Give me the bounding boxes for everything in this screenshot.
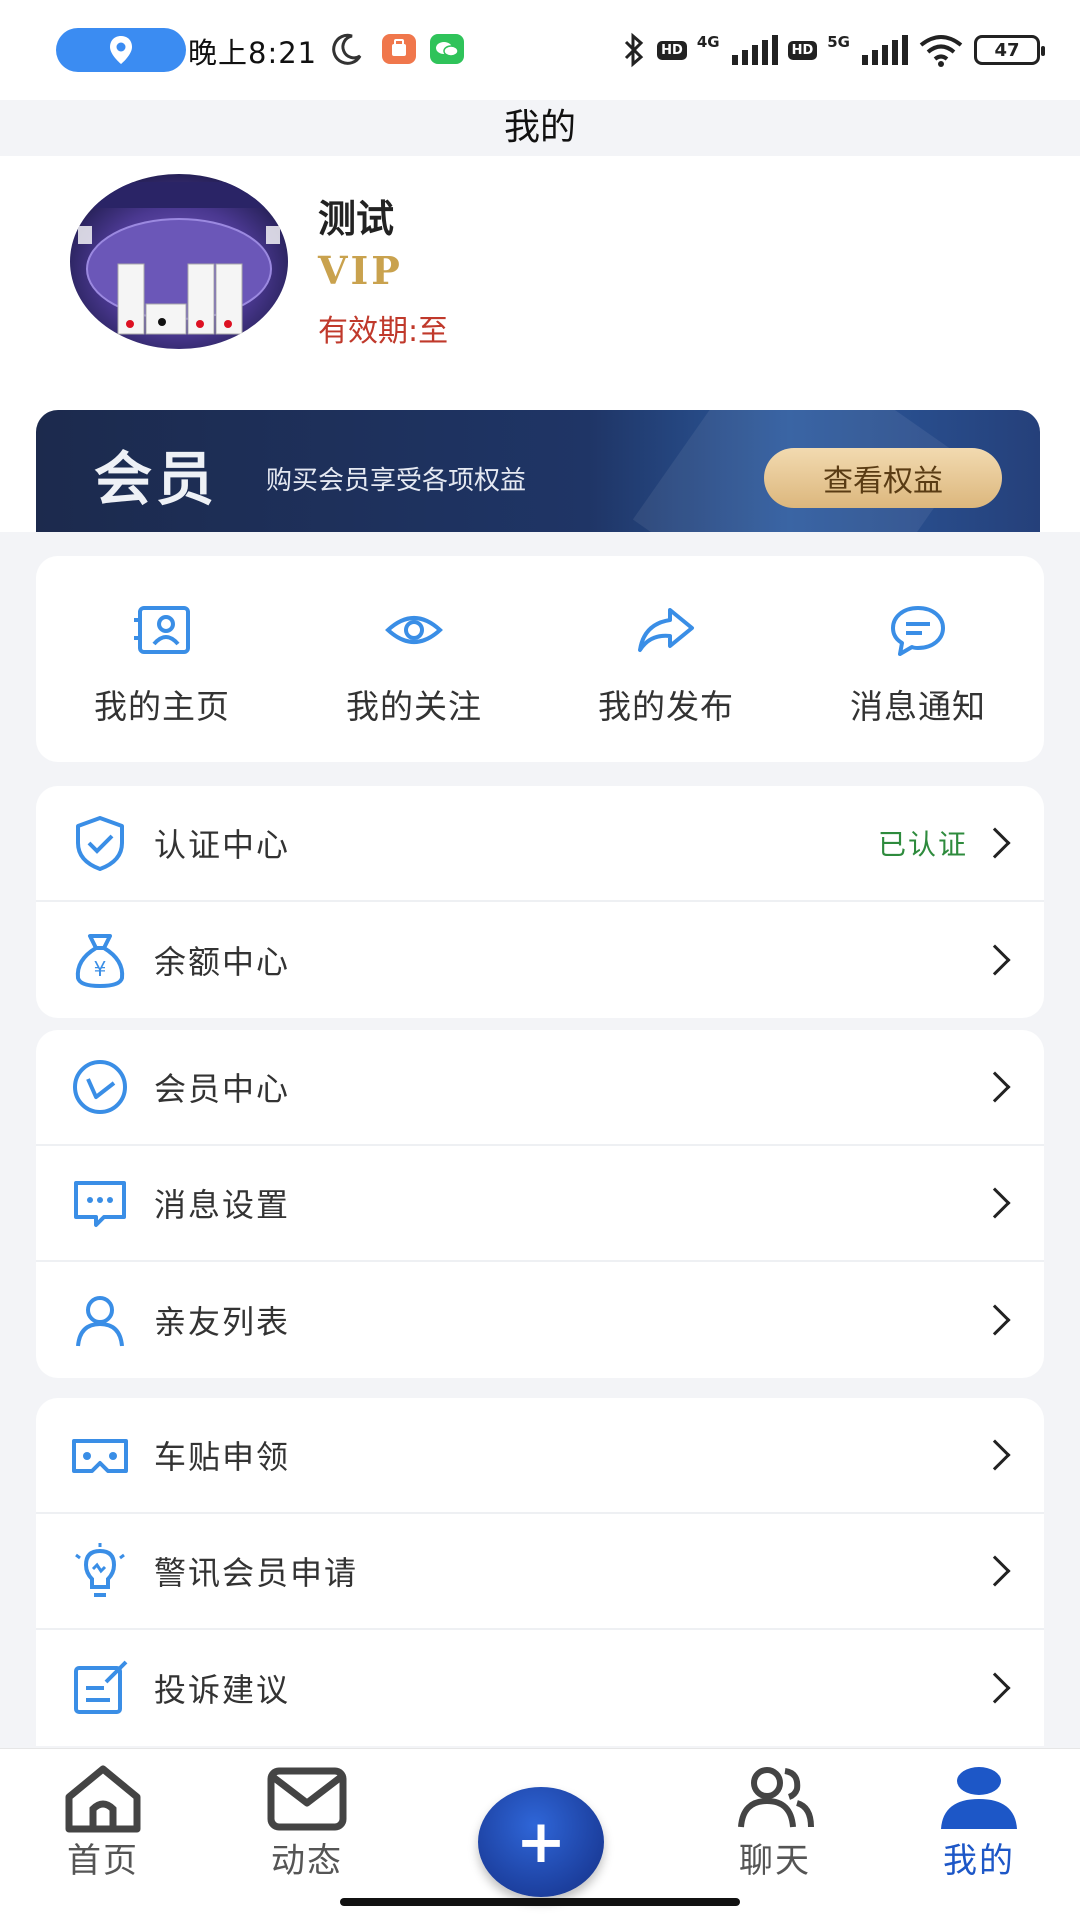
menu-row-vip-center[interactable]: 会员中心 [36,1030,1044,1146]
avatar[interactable] [70,174,288,349]
people-icon [738,1767,814,1828]
menu-label: 认证中心 [154,826,291,864]
chevron-right-icon [979,1187,1011,1219]
card-game-avatar-icon [70,174,288,349]
menu-row-message-settings[interactable]: 消息设置 [36,1146,1044,1262]
money-bag-icon: ¥ [70,930,130,990]
vip-validity: 有效期:至 [318,314,449,349]
bottom-navigation: 首页 动态 + 聊天 我的 [0,1748,1080,1920]
svg-text:¥: ¥ [94,957,107,981]
chevron-right-icon [979,1439,1011,1471]
menu-group-services: 车贴申领 警讯会员申请 投诉建议 [36,1398,1044,1746]
vip-circle-icon [70,1057,130,1117]
moon-icon [332,33,362,65]
quick-my-posts[interactable]: 我的发布 [540,556,792,762]
bluetooth-icon [625,32,644,68]
chevron-right-icon [979,1555,1011,1587]
menu-row-friends[interactable]: 亲友列表 [36,1262,1044,1378]
quick-label: 我的主页 [94,687,230,726]
nav-mine[interactable]: 我的 [924,1763,1034,1882]
network-type-1: 4G [696,33,720,51]
menu-label: 余额中心 [154,943,291,981]
nav-updates[interactable]: 动态 [252,1763,362,1882]
hd-badge-1: HD [657,40,687,60]
create-post-button[interactable]: + [478,1787,604,1897]
share-arrow-icon [638,608,694,652]
verified-status: 已认证 [877,828,968,861]
wechat-icon [430,34,464,64]
quick-label: 消息通知 [850,687,986,726]
status-bar: 晚上8:21 HD 4G HD 5G 47 [0,0,1080,100]
location-pin-icon [110,36,132,64]
menu-row-verification[interactable]: 认证中心 已认证 [36,786,1044,902]
signal-bars-icon [731,35,778,65]
vip-banner-title: 会员 [94,445,219,513]
hd-badge-2: HD [787,40,818,60]
menu-label: 车贴申领 [154,1438,291,1476]
menu-row-balance[interactable]: ¥ 余额中心 [36,902,1044,1018]
quick-my-homepage[interactable]: 我的主页 [36,556,288,762]
eye-icon [385,616,443,644]
chevron-right-icon [979,1071,1011,1103]
nav-chat[interactable]: 聊天 [720,1763,830,1882]
chevron-right-icon [979,1672,1011,1704]
menu-label: 消息设置 [154,1186,291,1224]
quick-notifications[interactable]: 消息通知 [792,556,1044,762]
vip-label: VIP [318,248,403,293]
profile-card-icon [134,606,190,654]
quick-label: 我的发布 [598,687,734,726]
chevron-right-icon [979,944,1011,976]
chevron-right-icon [979,1304,1011,1336]
app-notification-icon [382,34,416,64]
menu-group-membership: 会员中心 消息设置 亲友列表 [36,1030,1044,1378]
status-time: 晚上8:21 [188,36,318,70]
signal-bars-icon [862,35,908,65]
vip-banner[interactable]: 会员 购买会员享受各项权益 查看权益 [36,410,1040,532]
nav-label-active: 我的 [943,1841,1015,1881]
nav-label: 聊天 [739,1841,811,1881]
nav-label: 动态 [271,1841,343,1881]
menu-label: 会员中心 [154,1070,291,1108]
person-icon [70,1290,130,1350]
mail-icon [267,1767,347,1831]
home-icon [65,1765,141,1833]
quick-label: 我的关注 [346,687,482,726]
user-name: 测试 [318,197,395,241]
location-indicator [56,28,186,72]
menu-row-complaints[interactable]: 投诉建议 [36,1630,1044,1746]
vr-glasses-icon [70,1425,130,1485]
edit-note-icon [70,1658,130,1718]
nav-home[interactable]: 首页 [48,1763,158,1882]
menu-label: 亲友列表 [154,1303,291,1341]
battery-indicator: 47 [974,35,1045,65]
view-benefits-button[interactable]: 查看权益 [764,448,1002,508]
page-title: 我的 [503,107,576,148]
menu-group-account: 认证中心 已认证 ¥ 余额中心 [36,786,1044,1018]
menu-label: 投诉建议 [154,1671,291,1709]
home-indicator[interactable] [340,1898,740,1906]
chevron-right-icon [979,827,1011,859]
chat-bubble-icon [891,606,945,656]
network-type-2: 5G [827,33,850,51]
quick-actions-card: 我的主页 我的关注 我的发布 消息通知 [36,556,1044,762]
shield-check-icon [70,813,130,873]
user-icon [941,1767,1017,1829]
vip-banner-subtitle: 购买会员享受各项权益 [266,466,527,496]
system-status-icons: HD 4G HD 5G 47 [621,26,1045,74]
lightbulb-icon [70,1541,130,1601]
quick-my-follows[interactable]: 我的关注 [288,556,540,762]
menu-label: 警讯会员申请 [154,1554,359,1592]
wifi-icon [919,35,963,67]
menu-row-police-membership[interactable]: 警讯会员申请 [36,1514,1044,1630]
menu-row-car-sticker[interactable]: 车贴申领 [36,1398,1044,1514]
nav-label: 首页 [67,1841,139,1881]
message-settings-icon [70,1173,130,1233]
